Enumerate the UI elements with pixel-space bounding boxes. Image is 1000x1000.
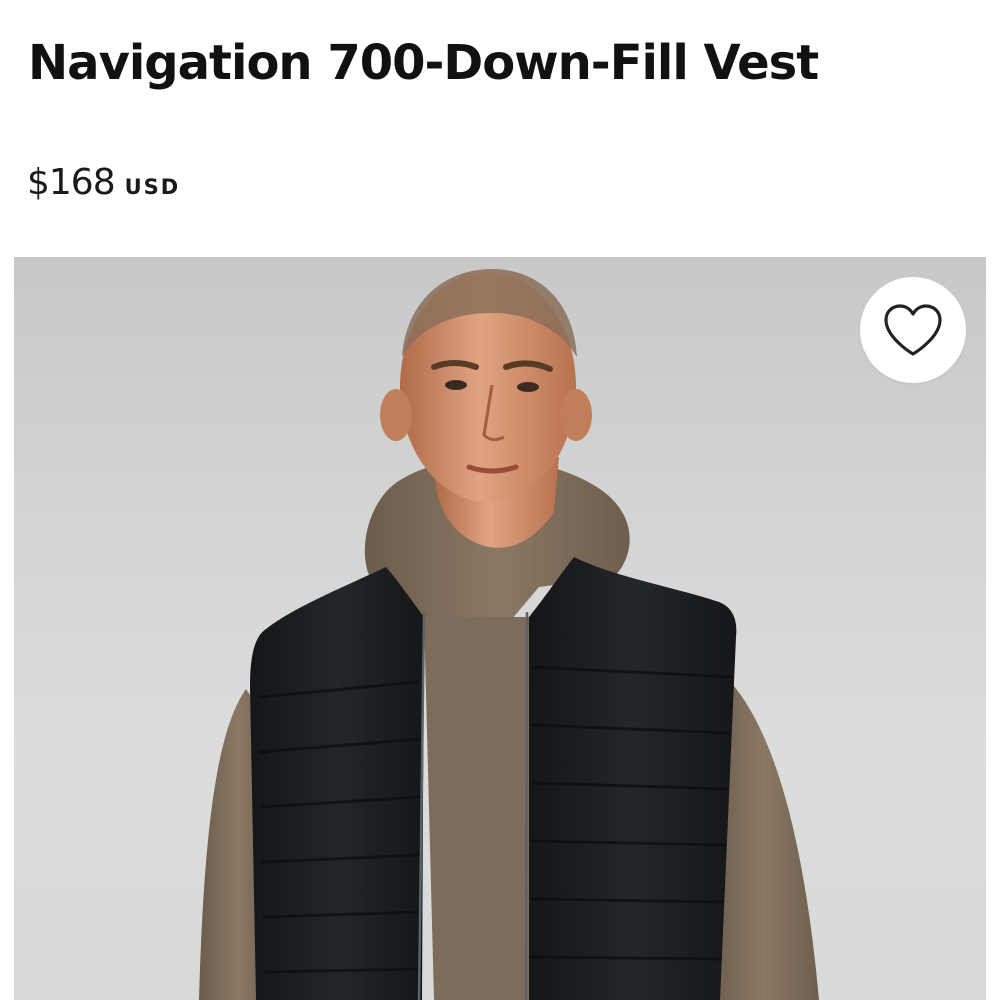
vest-left-panel [250,567,424,1000]
product-title: Navigation 700-Down-Fill Vest [28,35,819,91]
left-eye [445,380,467,390]
product-photo-illustration [199,269,819,1000]
hoodie-front [424,617,529,1000]
left-ear [380,389,412,441]
price-currency: USD [124,175,181,199]
product-price: $168 [27,162,116,203]
price-row: $168 USD [27,162,180,214]
right-eye [517,382,539,392]
product-image[interactable] [14,257,986,1000]
zipper-right [524,611,529,1000]
vest-right-panel [529,557,737,1000]
heart-icon [884,304,942,356]
wishlist-button[interactable] [860,277,966,383]
right-ear [560,389,592,441]
